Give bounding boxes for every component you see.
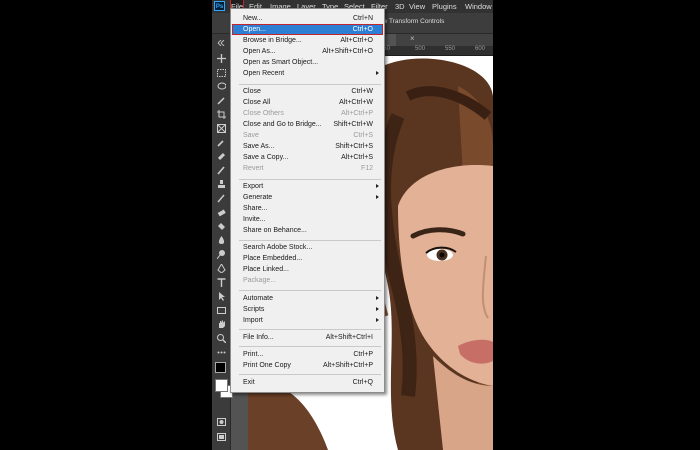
menu-item-print-one-copy[interactable]: Print One Copy Alt+Shift+Ctrl+P [232,360,383,371]
hand-tool-icon[interactable] [216,320,226,329]
menu-item-open-as-smart-object[interactable]: Open as Smart Object... [232,57,383,68]
menu-view[interactable]: View [409,0,425,13]
menu-item-generate[interactable]: Generate [232,192,383,203]
ruler-tick: 500 [415,46,426,52]
lasso-tool-icon[interactable] [216,82,226,91]
rectangle-tool-icon[interactable] [216,306,226,315]
zoom-tool-icon[interactable] [216,334,226,343]
menu-item-package: Package... [243,277,277,284]
quick-selection-tool-icon[interactable] [216,96,226,105]
type-tool-icon[interactable] [216,278,226,287]
menu-separator [239,240,381,241]
menu-item-save-a-copy[interactable]: Save a Copy... Alt+Ctrl+S [232,152,383,163]
file-menu-dropdown: New... Ctrl+N Open... Ctrl+O Browse in Bri… [230,8,385,393]
more-tools-icon[interactable] [216,348,226,357]
menu-item-close-all[interactable]: Close All Alt+Ctrl+W [232,97,383,108]
clone-stamp-tool-icon[interactable] [216,180,226,189]
menu-separator [239,290,381,291]
submenu-arrow-icon [376,318,379,322]
menu-item-search-adobe-stock[interactable]: Search Adobe Stock... [232,242,383,253]
menu-item-share-on-behance[interactable]: Share on Behance... [232,225,383,236]
foreground-color-swatch[interactable] [215,379,228,392]
move-tool-icon[interactable] [216,54,226,63]
menu-separator [239,84,381,85]
submenu-arrow-icon [376,307,379,311]
menu-item-new[interactable]: New... Ctrl+N [232,13,383,24]
menu-separator [239,329,381,330]
menu-item-open[interactable]: Open... Ctrl+O [232,24,383,35]
menu-item-save-as[interactable]: Save As... Shift+Ctrl+S [232,141,383,152]
blur-tool-icon[interactable] [216,236,226,245]
menu-separator [239,346,381,347]
menu-separator [239,374,381,375]
pen-tool-icon[interactable] [216,264,226,273]
menu-item-file-info[interactable]: File Info... Alt+Shift+Ctrl+I [232,332,383,343]
menu-item-invite[interactable]: Invite... [232,214,383,225]
path-selection-tool-icon[interactable] [216,292,226,301]
menu-item-scripts[interactable]: Scripts [232,304,383,315]
frame-tool-icon[interactable] [216,124,226,133]
ruler-tick: 550 [445,46,456,52]
menu-item-place-embedded[interactable]: Place Embedded... [232,253,383,264]
menu-item-open-recent[interactable]: Open Recent [232,68,383,79]
history-brush-tool-icon[interactable] [216,194,226,203]
close-tab-icon[interactable]: × [410,34,415,43]
tools-panel [212,34,233,450]
menu-3d[interactable]: 3D [395,0,405,13]
menu-item-close[interactable]: Close Ctrl+W [232,86,383,97]
menu-item-automate[interactable]: Automate [232,293,383,304]
menu-item-save: Save Ctrl+S [243,132,373,139]
crop-tool-icon[interactable] [216,110,226,119]
menu-item-place-linked[interactable]: Place Linked... [232,264,383,275]
menu-item-browse-in-bridge[interactable]: Browse in Bridge... Alt+Ctrl+O [232,35,383,46]
menu-item-revert: Revert F12 [243,165,373,172]
submenu-arrow-icon [376,195,379,199]
brush-tool-icon[interactable] [216,166,226,175]
menu-item-close-and-go-to-bridge[interactable]: Close and Go to Bridge... Shift+Ctrl+W [232,119,383,130]
healing-brush-tool-icon[interactable] [216,152,226,161]
submenu-arrow-icon [376,296,379,300]
quick-mask-icon[interactable] [216,417,226,426]
menu-item-share[interactable]: Share... [232,203,383,214]
menu-window[interactable]: Window [465,0,492,13]
menu-item-import[interactable]: Import [232,315,383,326]
dodge-tool-icon[interactable] [216,250,226,259]
menu-item-exit[interactable]: Exit Ctrl+Q [232,377,383,388]
eyedropper-tool-icon[interactable] [216,138,226,147]
eraser-tool-icon[interactable] [216,208,226,217]
menu-item-open-as[interactable]: Open As... Alt+Shift+Ctrl+O [232,46,383,57]
screen-mode-icon[interactable] [216,432,226,441]
menu-separator [239,179,381,180]
marquee-tool-icon[interactable] [216,68,226,77]
paint-bucket-tool-icon[interactable] [216,222,226,231]
default-colors-icon[interactable] [215,362,226,373]
collapse-panel-icon[interactable] [216,38,226,47]
submenu-arrow-icon [376,71,379,75]
menu-item-export[interactable]: Export [232,181,383,192]
ruler-tick: 600 [475,46,486,52]
photoshop-logo-icon: Ps [214,1,225,11]
menu-plugins[interactable]: Plugins [432,0,457,13]
submenu-arrow-icon [376,184,379,188]
menu-item-close-others: Close Others Alt+Ctrl+P [243,110,373,117]
menu-item-print[interactable]: Print... Ctrl+P [232,349,383,360]
